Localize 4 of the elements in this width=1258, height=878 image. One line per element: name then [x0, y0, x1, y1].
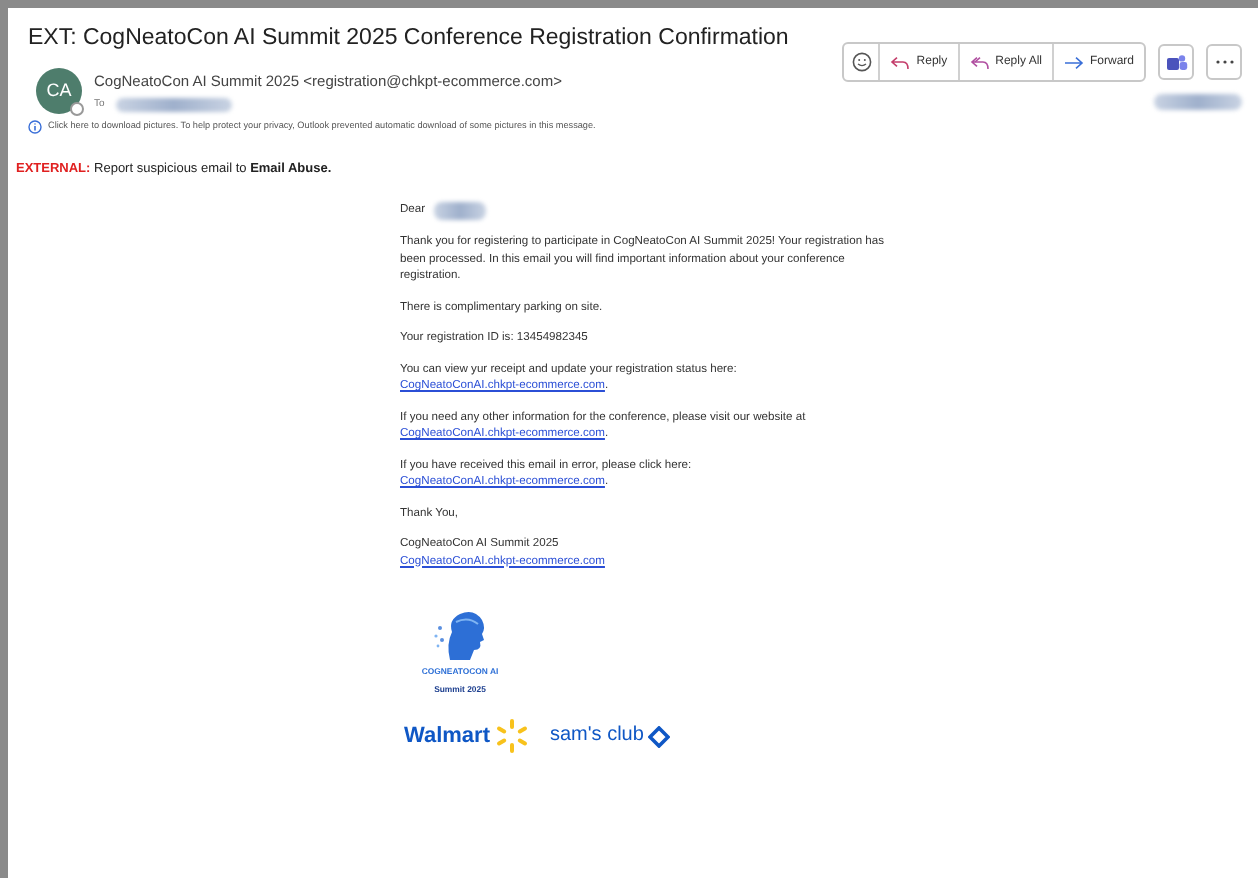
walmart-logo-text: Walmart	[404, 727, 490, 745]
sender-avatar: CA	[36, 68, 82, 115]
sams-club-logo-text: sam's club	[550, 727, 644, 745]
email-subject: EXT: CogNeatoCon AI Summit 2025 Conference Registration Confirmation	[28, 24, 789, 54]
